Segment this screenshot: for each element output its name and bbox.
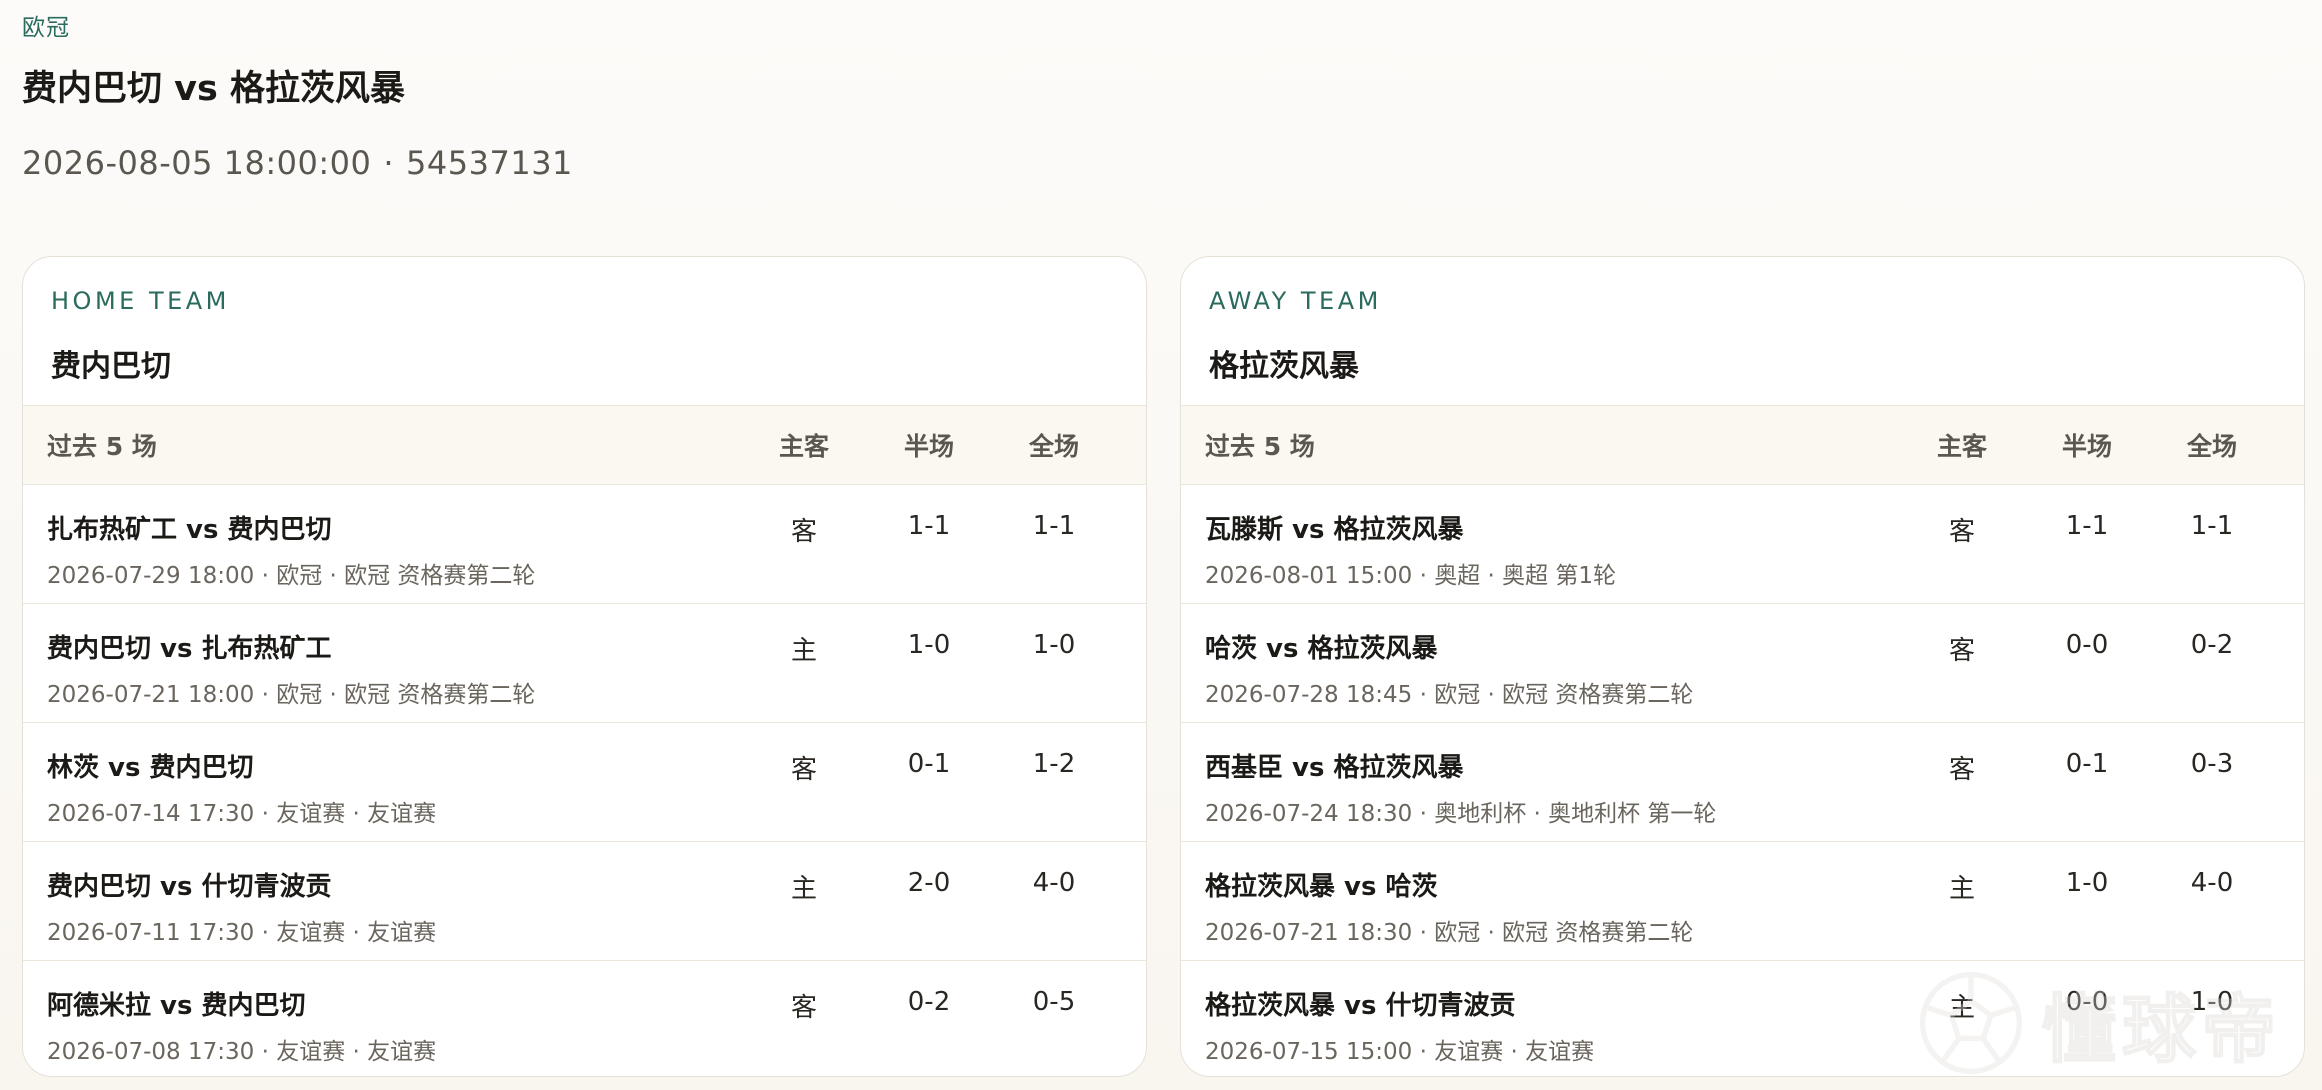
column-header-full: 全场 [1028, 432, 1079, 461]
row-side: 主 [1948, 874, 1975, 904]
match-datetime: 2026-08-05 18:00:00 [22, 144, 372, 182]
row-teams: 阿德米拉 vs 费内巴切 [47, 991, 306, 1021]
row-details: 2026-08-01 15:00 · 奥超 · 奥超 第1轮 [1205, 563, 1617, 589]
card-header: HOME TEAM 费内巴切 [23, 257, 1146, 405]
soccer-ball-icon [1919, 971, 2023, 1075]
match-preview-page: 欧冠 费内巴切 vs 格拉茨风暴 2026-08-05 18:00:00 · 545… [0, 0, 2322, 1090]
row-side: 客 [790, 755, 817, 785]
row-full-score: 4-0 [1032, 868, 1076, 898]
row-full-score: 0-5 [1032, 987, 1076, 1017]
row-teams: 扎布热矿工 vs 费内巴切 [47, 515, 332, 545]
row-side: 主 [790, 874, 817, 904]
row-half-score: 1-0 [907, 630, 951, 660]
row-details: 2026-07-21 18:00 · 欧冠 · 欧冠 资格赛第二轮 [47, 682, 536, 708]
meta-separator: · [383, 144, 395, 182]
home-team-name[interactable]: 费内巴切 [51, 341, 1118, 385]
row-teams: 格拉茨风暴 vs 什切青波贡 [1205, 991, 1516, 1021]
match-meta: 2026-08-05 18:00:00 · 54537131 [22, 144, 573, 182]
row-half-score: 1-0 [2065, 868, 2109, 898]
row-details: 2026-07-15 15:00 · 友谊赛 · 友谊赛 [1205, 1039, 1595, 1065]
table-row[interactable]: 阿德米拉 vs 费内巴切 2026-07-08 17:30 · 友谊赛 · 友谊赛… [23, 961, 1146, 1076]
row-teams: 哈茨 vs 格拉茨风暴 [1205, 634, 1438, 664]
table-row[interactable]: 扎布热矿工 vs 费内巴切 2026-07-29 18:00 · 欧冠 · 欧冠 … [23, 485, 1146, 604]
row-side: 客 [1948, 755, 1975, 785]
column-header-half: 半场 [903, 432, 954, 461]
row-details: 2026-07-21 18:30 · 欧冠 · 欧冠 资格赛第二轮 [1205, 920, 1694, 946]
table-row[interactable]: 瓦滕斯 vs 格拉茨风暴 2026-08-01 15:00 · 奥超 · 奥超 第… [1181, 485, 2304, 604]
table-row[interactable]: 林茨 vs 费内巴切 2026-07-14 17:30 · 友谊赛 · 友谊赛 客… [23, 723, 1146, 842]
column-header-match: 过去 5 场 [1205, 432, 1315, 461]
row-half-score: 1-1 [907, 511, 951, 541]
row-half-score: 0-0 [2065, 630, 2109, 660]
table-row[interactable]: 西基臣 vs 格拉茨风暴 2026-07-24 18:30 · 奥地利杯 · 奥地… [1181, 723, 2304, 842]
away-team-card: AWAY TEAM 格拉茨风暴 过去 5 场 主客 半场 全场 瓦滕斯 vs 格… [1180, 256, 2305, 1077]
row-teams: 瓦滕斯 vs 格拉茨风暴 [1205, 515, 1464, 545]
column-header-match: 过去 5 场 [47, 432, 157, 461]
row-teams: 林茨 vs 费内巴切 [47, 753, 254, 783]
column-header-full: 全场 [2186, 432, 2237, 461]
row-half-score: 1-1 [2065, 511, 2109, 541]
watermark: 懂球帝 [1916, 968, 2282, 1078]
row-full-score: 0-3 [2190, 749, 2234, 779]
table-row[interactable]: 哈茨 vs 格拉茨风暴 2026-07-28 18:45 · 欧冠 · 欧冠 资格… [1181, 604, 2304, 723]
row-details: 2026-07-11 17:30 · 友谊赛 · 友谊赛 [47, 920, 437, 946]
table-row[interactable]: 费内巴切 vs 扎布热矿工 2026-07-21 18:00 · 欧冠 · 欧冠 … [23, 604, 1146, 723]
away-team-label: AWAY TEAM [1209, 287, 1382, 315]
row-half-score: 0-1 [907, 749, 951, 779]
row-full-score: 1-1 [2190, 511, 2234, 541]
row-side: 客 [1948, 517, 1975, 547]
row-full-score: 1-2 [1032, 749, 1076, 779]
row-half-score: 2-0 [907, 868, 951, 898]
row-full-score: 1-0 [1032, 630, 1076, 660]
home-team-label: HOME TEAM [51, 287, 230, 315]
row-half-score: 0-2 [907, 987, 951, 1017]
match-title: 费内巴切 vs 格拉茨风暴 [22, 69, 406, 109]
row-teams: 费内巴切 vs 什切青波贡 [47, 872, 332, 902]
competition-label[interactable]: 欧冠 [22, 8, 70, 42]
row-full-score: 1-1 [1032, 511, 1076, 541]
row-details: 2026-07-08 17:30 · 友谊赛 · 友谊赛 [47, 1039, 437, 1065]
row-details: 2026-07-24 18:30 · 奥地利杯 · 奥地利杯 第一轮 [1205, 801, 1717, 827]
column-header-side: 主客 [778, 432, 829, 461]
table-header: 过去 5 场 主客 半场 全场 [1181, 405, 2304, 485]
row-details: 2026-07-29 18:00 · 欧冠 · 欧冠 资格赛第二轮 [47, 563, 536, 589]
match-id: 54537131 [406, 144, 573, 182]
row-details: 2026-07-28 18:45 · 欧冠 · 欧冠 资格赛第二轮 [1205, 682, 1694, 708]
row-full-score: 0-2 [2190, 630, 2234, 660]
row-half-score: 0-1 [2065, 749, 2109, 779]
table-row[interactable]: 格拉茨风暴 vs 哈茨 2026-07-21 18:30 · 欧冠 · 欧冠 资格… [1181, 842, 2304, 961]
column-header-half: 半场 [2061, 432, 2112, 461]
row-side: 主 [790, 636, 817, 666]
row-teams: 西基臣 vs 格拉茨风暴 [1205, 753, 1464, 783]
card-header: AWAY TEAM 格拉茨风暴 [1181, 257, 2304, 405]
home-team-card: HOME TEAM 费内巴切 过去 5 场 主客 半场 全场 扎布热矿工 vs … [22, 256, 1147, 1077]
row-side: 客 [790, 993, 817, 1023]
row-side: 客 [790, 517, 817, 547]
watermark-text: 懂球帝 [2041, 986, 2282, 1074]
column-header-side: 主客 [1936, 432, 1987, 461]
table-header: 过去 5 场 主客 半场 全场 [23, 405, 1146, 485]
home-match-list: 扎布热矿工 vs 费内巴切 2026-07-29 18:00 · 欧冠 · 欧冠 … [23, 485, 1146, 1076]
row-teams: 格拉茨风暴 vs 哈茨 [1205, 872, 1438, 902]
row-side: 客 [1948, 636, 1975, 666]
row-full-score: 4-0 [2190, 868, 2234, 898]
away-team-name[interactable]: 格拉茨风暴 [1209, 341, 2276, 385]
row-details: 2026-07-14 17:30 · 友谊赛 · 友谊赛 [47, 801, 437, 827]
table-row[interactable]: 费内巴切 vs 什切青波贡 2026-07-11 17:30 · 友谊赛 · 友谊… [23, 842, 1146, 961]
row-teams: 费内巴切 vs 扎布热矿工 [47, 634, 332, 664]
